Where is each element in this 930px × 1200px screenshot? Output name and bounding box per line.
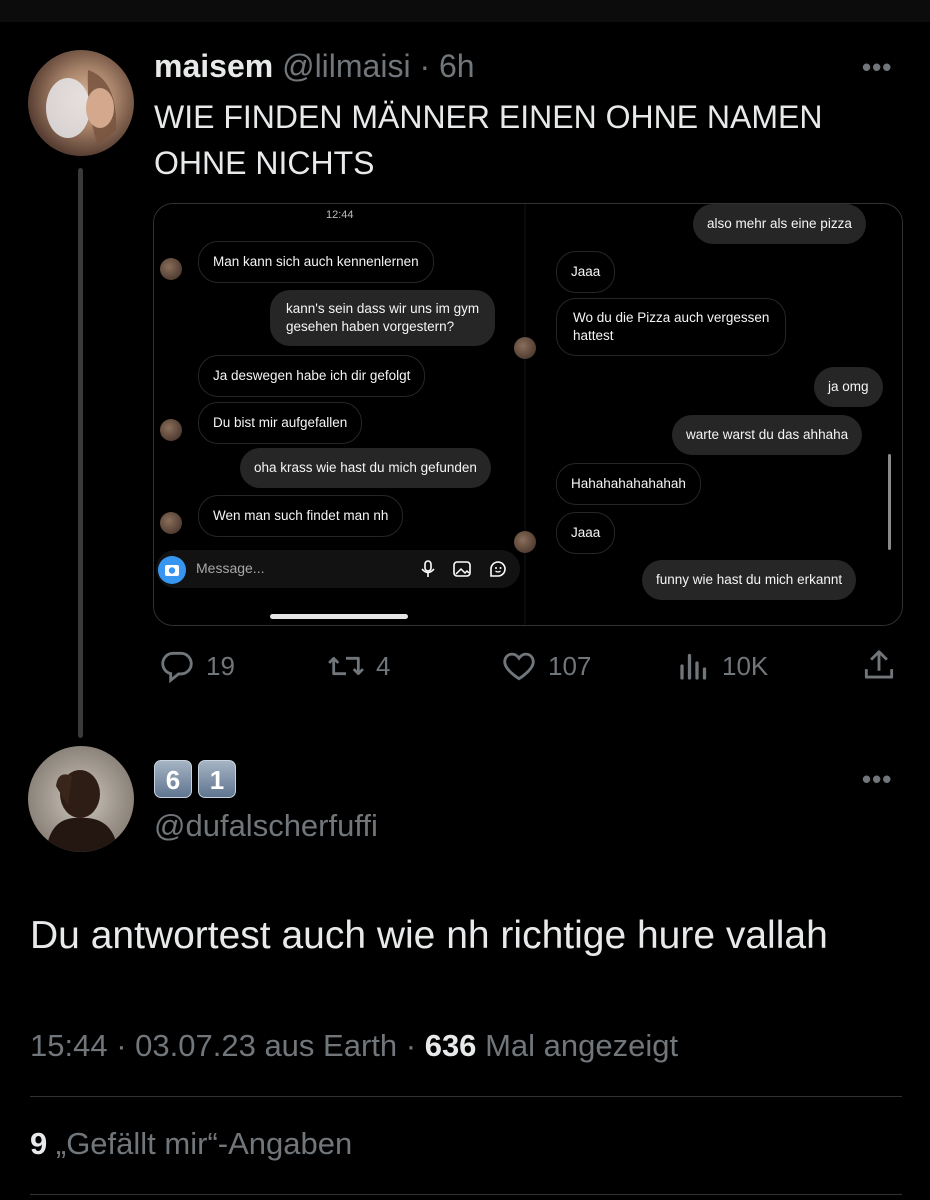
- chat-screenshot-right: also mehr als eine pizza Jaaa Wo du die …: [514, 204, 902, 625]
- meta-time[interactable]: 15:44: [30, 1028, 108, 1063]
- avatar-dufalscherfuffi[interactable]: [28, 746, 134, 852]
- reply-text: Du antwortest auch wie nh richtige hure …: [30, 914, 828, 957]
- display-name[interactable]: maisem: [154, 48, 273, 84]
- chat-bubble-line: hattest: [573, 328, 614, 343]
- tweet-time[interactable]: 6h: [439, 48, 475, 84]
- chat-bubble: Man kann sich auch kennenlernen: [198, 241, 434, 283]
- reply-count: 19: [206, 650, 235, 681]
- chat-bubble: ja omg: [814, 367, 883, 407]
- status-bar: [0, 0, 930, 22]
- tweet-text-line2: OHNE NICHTS: [154, 145, 375, 181]
- tweet-header: maisem @lilmaisi · 6h: [154, 48, 475, 85]
- chat-bubble: Du bist mir aufgefallen: [198, 402, 363, 444]
- chat-bubble: Wo du die Pizza auch vergessen hattest: [556, 298, 787, 356]
- retweet-count: 4: [376, 650, 391, 681]
- like-count: 107: [548, 650, 592, 681]
- chat-bubble: Jaaa: [556, 251, 616, 293]
- views-button[interactable]: 10K: [676, 644, 768, 688]
- more-icon[interactable]: •••: [862, 52, 892, 83]
- keycap-emoji: 1: [198, 760, 236, 798]
- keycap-emoji: 6: [154, 760, 192, 798]
- chat-bubble: also mehr als eine pizza: [693, 204, 866, 244]
- reply-display-name[interactable]: 61: [154, 760, 242, 798]
- share-button[interactable]: [860, 644, 908, 688]
- chat-bubble: kann's sein dass wir uns im gym gesehen …: [270, 290, 496, 346]
- chat-avatar: [514, 531, 536, 553]
- tweet-text: WIE FINDEN MÄNNER EINEN OHNE NAMEN OHNE …: [154, 94, 884, 186]
- likes-count: 9: [30, 1126, 48, 1161]
- more-icon[interactable]: •••: [862, 764, 892, 795]
- chat-bubble: funny wie hast du mich erkannt: [642, 560, 857, 600]
- microphone-icon: [421, 560, 435, 577]
- status-time: 12:44: [326, 209, 354, 221]
- chat-avatar: [514, 337, 536, 359]
- divider: [30, 1096, 902, 1097]
- chat-bubble-line: Wo du die Pizza auch vergessen: [573, 310, 770, 325]
- chat-bubble: Wen man such findet man nh: [198, 495, 404, 537]
- reply-handle[interactable]: @dufalscherfuffi: [154, 808, 378, 844]
- tweet-meta: 15:44 · 03.07.23 aus Earth · 636 Mal ang…: [30, 1028, 679, 1063]
- share-icon: [864, 650, 894, 679]
- meta-date[interactable]: 03.07.23: [135, 1028, 256, 1063]
- tweet-text-line1: WIE FINDEN MÄNNER EINEN OHNE NAMEN: [154, 99, 823, 135]
- message-placeholder: Message...: [196, 560, 265, 576]
- meta-source: aus Earth: [264, 1028, 398, 1063]
- reply-icon: [161, 651, 193, 684]
- scrollbar[interactable]: [888, 454, 891, 550]
- chat-bubble: Jaaa: [556, 512, 616, 554]
- avatar-image: [46, 70, 117, 146]
- tweet-media[interactable]: 12:44 Man kann sich auch kennenlernen ka…: [153, 203, 903, 626]
- chat-bubble: oha krass wie hast du mich gefunden: [240, 448, 491, 488]
- separator-dot: ·: [410, 48, 439, 84]
- retweet-icon: [328, 656, 364, 676]
- chat-bubble: Hahahahahahahah: [556, 463, 701, 505]
- like-icon: [503, 652, 535, 681]
- handle[interactable]: @lilmaisi: [282, 48, 410, 84]
- avatar-maisem[interactable]: [28, 50, 134, 156]
- likes-summary[interactable]: 9 „Gefällt mir“-Angaben: [30, 1126, 352, 1162]
- tweet-actions: 19 4 107 10K: [0, 644, 930, 688]
- retweet-button[interactable]: 4: [326, 644, 390, 688]
- meta-views-label: Mal angezeigt: [485, 1028, 679, 1063]
- reply-button[interactable]: 19: [158, 644, 235, 688]
- likes-label: „Gefällt mir“-Angaben: [55, 1126, 353, 1161]
- avatar-image: [46, 770, 118, 852]
- views-icon: [680, 653, 707, 680]
- divider: [30, 1194, 902, 1195]
- message-input-bar: Message...: [156, 550, 520, 588]
- like-button[interactable]: 107: [500, 644, 591, 688]
- chat-avatar: [160, 512, 182, 534]
- chat-bubble: Ja deswegen habe ich dir gefolgt: [198, 355, 426, 397]
- home-indicator: [270, 614, 408, 619]
- chat-avatar: [160, 419, 182, 441]
- gallery-icon: [453, 561, 471, 577]
- views-count: 10K: [722, 650, 769, 681]
- meta-views-count: 636: [424, 1028, 477, 1063]
- camera-icon: [158, 556, 186, 584]
- chat-screenshot-left: 12:44 Man kann sich auch kennenlernen ka…: [154, 204, 524, 625]
- sticker-icon: [490, 561, 506, 577]
- chat-bubble-line: kann's sein dass wir uns im gym: [286, 301, 480, 316]
- chat-avatar: [160, 258, 182, 280]
- chat-bubble: warte warst du das ahhaha: [672, 415, 863, 455]
- chat-bubble-line: gesehen haben vorgestern?: [286, 319, 455, 334]
